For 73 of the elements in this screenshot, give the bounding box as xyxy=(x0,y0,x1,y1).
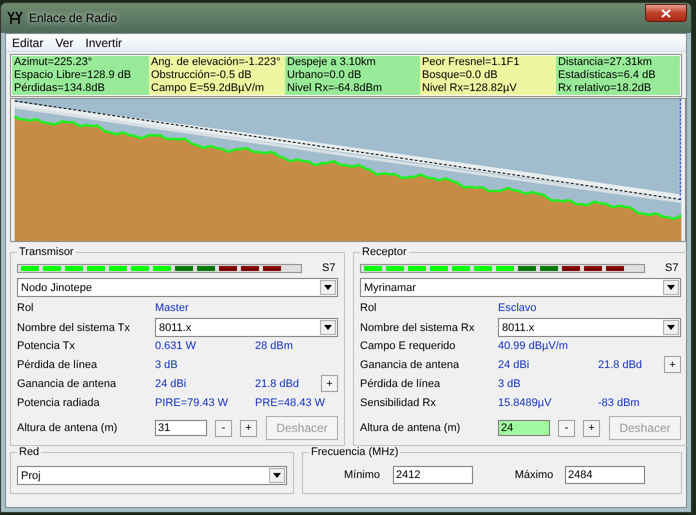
stats-cell: Obstrucción=-0.5 dB xyxy=(149,69,285,82)
field-label: Campo E requerido xyxy=(360,340,456,352)
field-label: Sensibilidad Rx xyxy=(360,396,437,408)
antenna-icon xyxy=(7,11,23,25)
field-label: Altura de antena (m) xyxy=(360,422,462,434)
stats-cell: Ang. de elevación=-1.223° xyxy=(149,56,285,69)
field-value: Master xyxy=(155,302,190,314)
stats-cell: Distancia=27.31km xyxy=(556,56,680,69)
system-dropdown[interactable]: 8011.x xyxy=(155,318,338,337)
field-value: 3 dB xyxy=(498,378,522,390)
stats-cell: Nivel Rx=128.82µV xyxy=(420,82,556,95)
group-title: Transmisor xyxy=(18,246,75,258)
stats-cell: Peor Fresnel=1.1F1 xyxy=(420,56,556,69)
stats-cell: Despeje a 3.10km xyxy=(285,56,420,69)
field-label: Potencia Tx xyxy=(17,340,76,352)
field-label: Rol xyxy=(360,302,378,314)
menu-item[interactable]: Editar xyxy=(8,36,48,49)
field-label: Altura de antena (m) xyxy=(17,422,118,434)
stats-cell: Estadísticas=6.4 dB xyxy=(556,69,680,82)
window-title: Enlace de Radio xyxy=(29,11,118,25)
field-value: 3 dB xyxy=(155,358,179,370)
stats-cell: Nivel Rx=-64.8dBm xyxy=(285,82,420,95)
field-label: Rol xyxy=(17,302,35,314)
site-dropdown[interactable]: Nodo Jinotepe xyxy=(17,278,338,297)
field-value: 21.8 dBd xyxy=(255,378,300,390)
frequency-field[interactable]: 2484 xyxy=(565,466,645,484)
group-title: Frecuencia (MHz) xyxy=(310,446,400,458)
stats-cell: Bosque=0.0 dB xyxy=(420,69,556,82)
step-button[interactable]: + xyxy=(583,420,600,436)
add-button[interactable]: + xyxy=(664,356,681,373)
field-value: 24 dBi xyxy=(155,378,188,390)
add-button[interactable]: + xyxy=(321,375,338,392)
step-button[interactable]: + xyxy=(240,420,257,436)
menu-item[interactable]: Ver xyxy=(51,36,78,49)
field-value: 24 dBi xyxy=(498,358,530,370)
field-label: Pérdida de línea xyxy=(17,358,98,370)
field-value: 0.631 W xyxy=(155,340,197,352)
field-value: 15.8489µV xyxy=(498,396,552,408)
field-value: PIRE=79.43 W xyxy=(155,396,230,408)
field-label: Nombre del sistema Tx xyxy=(17,322,131,334)
step-button[interactable]: - xyxy=(215,420,232,436)
site-dropdown[interactable]: Myrinamar xyxy=(360,278,681,297)
signal-reading: S7 xyxy=(665,262,680,274)
field-value: 21.8 dBd xyxy=(598,358,644,370)
stats-cell: Campo E=59.2dBµV/m xyxy=(149,82,285,95)
field-value: 28 dBm xyxy=(255,340,294,352)
field-label: Ganancia de antena xyxy=(360,358,460,370)
stats-cell: Azimut=225.23° xyxy=(12,56,149,69)
close-icon xyxy=(661,8,671,18)
stats-cell: Rx relativo=18.2dB xyxy=(556,82,680,95)
frequency-field[interactable]: 2412 xyxy=(393,466,473,484)
menu-item[interactable]: Invertir xyxy=(81,36,126,49)
field-label: Ganancia de antena xyxy=(17,378,118,390)
field-label: Potencia radiada xyxy=(17,396,101,408)
antenna-height-field[interactable]: 24 xyxy=(498,420,550,436)
group-title: Red xyxy=(18,446,40,458)
group-title: Receptor xyxy=(361,246,408,258)
field-label: Nombre del sistema Rx xyxy=(360,322,476,334)
stats-cell: Espacio Libre=128.9 dB xyxy=(12,69,149,82)
field-label: Pérdida de línea xyxy=(360,378,442,390)
field-label: Máximo xyxy=(514,469,554,481)
stats-cell: Pérdidas=134.8dB xyxy=(12,82,149,95)
network-dropdown[interactable]: Proj xyxy=(17,466,287,485)
signal-reading: S7 xyxy=(322,262,336,274)
system-dropdown[interactable]: 8011.x xyxy=(498,318,681,337)
field-label: Mínimo xyxy=(342,469,382,481)
field-value: Esclavo xyxy=(498,302,538,314)
close-button[interactable] xyxy=(645,4,687,22)
antenna-height-field[interactable]: 31 xyxy=(155,420,207,436)
stats-cell: Urbano=0.0 dB xyxy=(285,69,420,82)
step-button[interactable]: - xyxy=(558,420,575,436)
field-value: 40.99 dBµV/m xyxy=(498,340,569,352)
field-value: -83 dBm xyxy=(598,396,641,408)
